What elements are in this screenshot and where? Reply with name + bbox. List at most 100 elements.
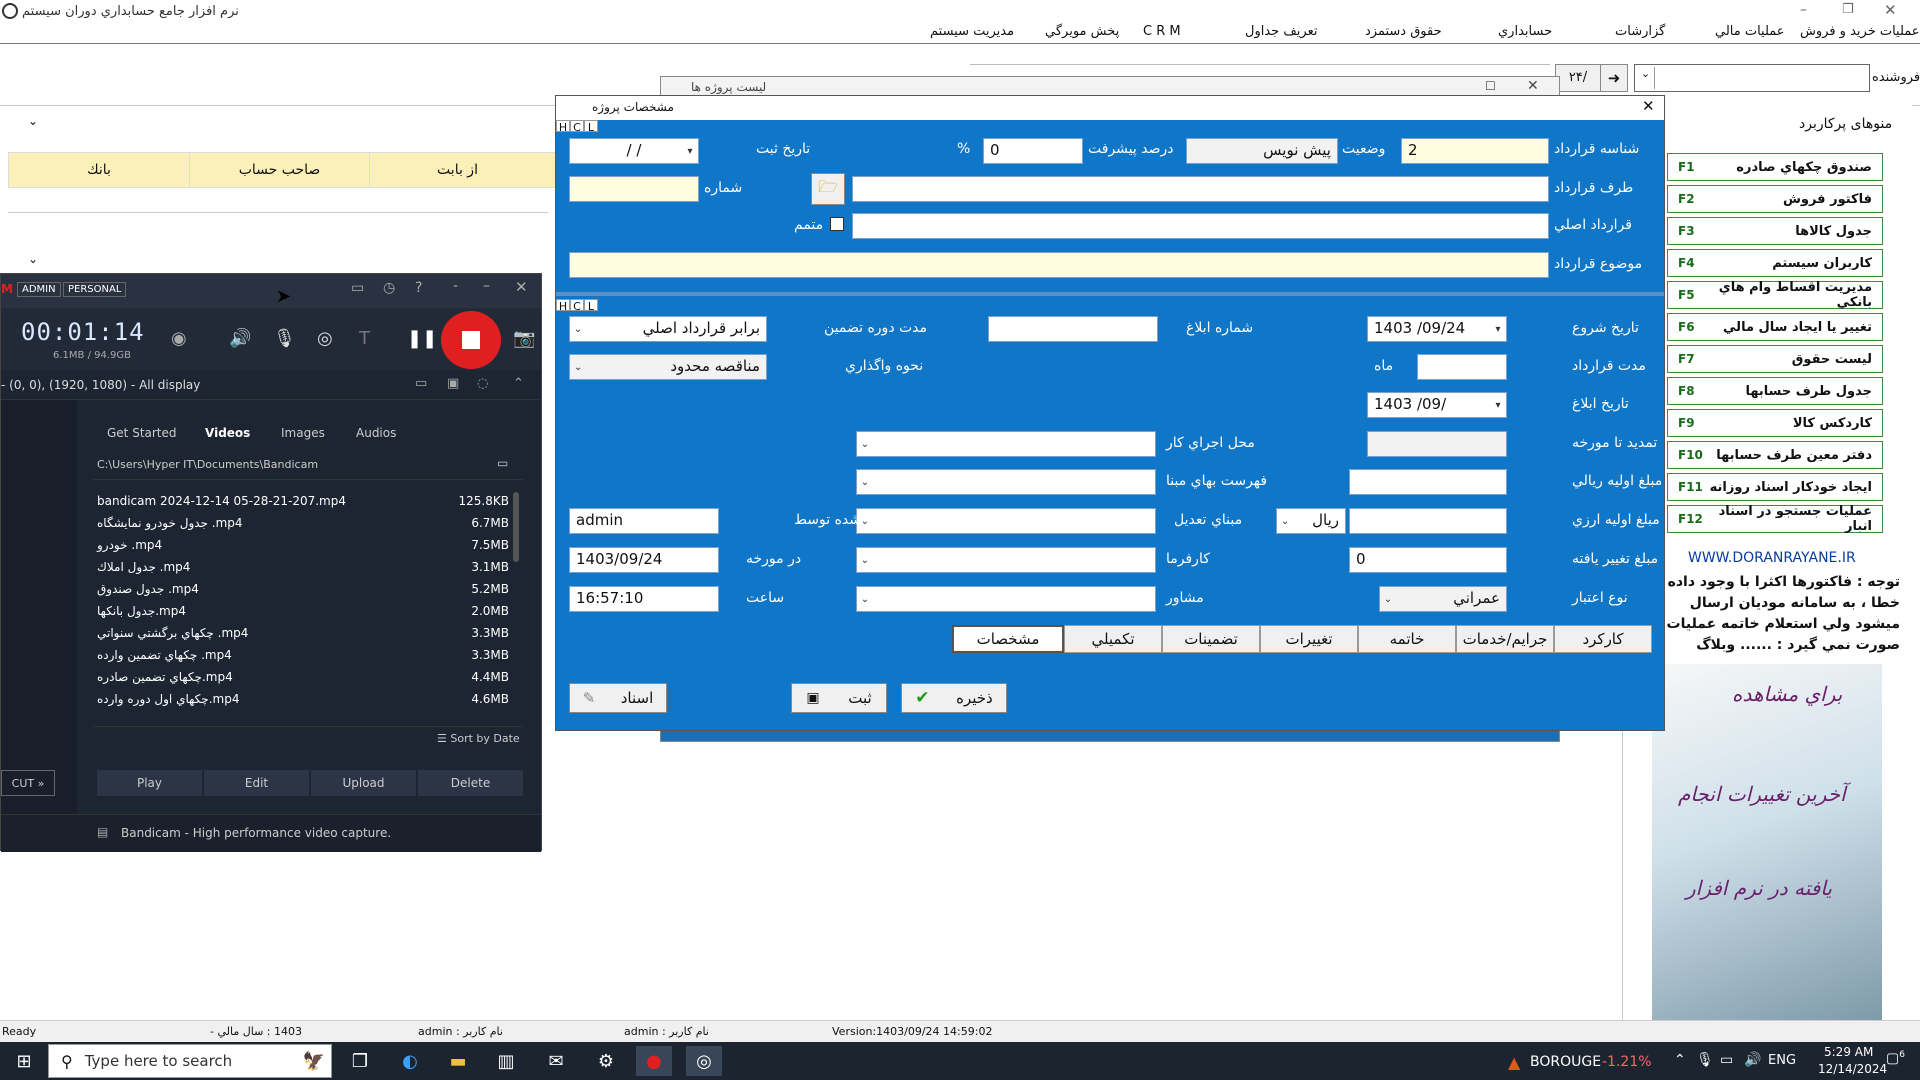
menu-financial[interactable]: عمليات مالي — [1715, 24, 1785, 39]
website-link[interactable]: WWW.DORANRAYANE.IR — [1688, 550, 1856, 566]
menu-accounting[interactable]: حسابداري — [1498, 24, 1552, 39]
text-overlay-icon[interactable]: T — [359, 328, 370, 349]
menu-crm[interactable]: C R M — [1143, 24, 1181, 39]
chevron-down-icon[interactable]: ▾ — [1490, 317, 1506, 341]
taskbar-search[interactable]: ⚲ Type here to search 🦅 — [48, 1044, 332, 1078]
tab-videos[interactable]: Videos — [205, 426, 250, 440]
clock-time[interactable]: 5:29 AM — [1824, 1045, 1873, 1059]
chevron-up-icon[interactable]: ⌃ — [1674, 1052, 1686, 1068]
original-contract-field[interactable] — [852, 213, 1549, 239]
clock-icon[interactable]: ◷ — [383, 280, 395, 296]
assign-combo[interactable]: مناقصه محدود ⌄ — [569, 354, 767, 380]
microphone-icon[interactable]: 🎙 — [273, 328, 296, 349]
chevron-down-icon[interactable]: ⌄ — [857, 548, 873, 572]
task-view-icon[interactable]: ❐ — [342, 1046, 378, 1076]
chevron-down-icon[interactable]: ⌄ — [1637, 67, 1655, 89]
close-icon[interactable]: ✕ — [515, 278, 528, 296]
chevron-up-icon[interactable]: ⌃ — [513, 376, 524, 391]
file-explorer-icon[interactable]: ▬ — [440, 1046, 476, 1076]
open-folder-icon[interactable]: ▭ — [497, 456, 508, 470]
location-combo[interactable]: ⌄ — [856, 431, 1156, 457]
file-row[interactable]: چكهاي تضمين وارده .mp4 3.3MB — [97, 644, 509, 666]
tab-specs[interactable]: مشخصات — [952, 625, 1064, 653]
shortcut-item[interactable]: فاكتور فروش F2 — [1667, 185, 1883, 213]
hcl-c[interactable]: C — [570, 299, 584, 313]
hcl-h[interactable]: H — [556, 120, 570, 134]
screen-icon[interactable]: ▣ — [447, 376, 459, 391]
dated-field[interactable]: 1403/09/24 — [569, 547, 719, 573]
guarantee-combo[interactable]: برابر قرارداد اصلي ⌄ — [569, 316, 767, 342]
shortcut-item[interactable]: دفتر معين طرف حسابها F10 — [1667, 441, 1883, 469]
hcl-l[interactable]: L — [584, 120, 598, 134]
arrow-right-icon[interactable]: ➜ — [1600, 64, 1628, 92]
notice-date-field[interactable]: 1403 /09/ ▾ — [1367, 392, 1507, 418]
shortcut-item[interactable]: تغيير يا ايجاد سال مالي F6 — [1667, 313, 1883, 341]
language-indicator[interactable]: ENG — [1768, 1053, 1796, 1068]
menu-sales[interactable]: عمليات خريد و فروش — [1800, 24, 1920, 39]
network-icon[interactable]: ▭ — [1720, 1052, 1733, 1068]
save-button[interactable]: ✔ ذخيره — [901, 683, 1007, 713]
duration-field[interactable] — [1417, 354, 1507, 380]
chevron-down-icon[interactable]: ⌄ — [857, 587, 873, 611]
initial-fx-field[interactable] — [1349, 508, 1507, 534]
tab-get-started[interactable]: Get Started — [107, 426, 177, 440]
changed-amount-field[interactable]: 0 — [1349, 547, 1507, 573]
promo-image[interactable]: براي مشاهده آخرين تغييرات انجام يافته در… — [1652, 664, 1882, 1020]
created-by-field[interactable]: admin — [569, 508, 719, 534]
shortcut-item[interactable]: مديريت اقساط وام هاي بانكي F5 — [1667, 280, 1883, 310]
currency-combo[interactable]: ريال ⌄ — [1276, 508, 1346, 534]
settings-gear-icon[interactable]: ⚙ — [588, 1046, 624, 1076]
file-row[interactable]: چكهاي اول دوره وارده.mp4 4.6MB — [97, 688, 509, 710]
shortcut-item[interactable]: جدول طرف حسابها F8 — [1667, 377, 1883, 405]
close-icon[interactable]: ✕ — [1642, 97, 1655, 115]
shortcut-item[interactable]: ليست حقوق F7 — [1667, 345, 1883, 373]
shortcut-item[interactable]: عمليات جستجو در اسناد انبار F12 — [1667, 504, 1883, 534]
file-row[interactable]: جدول خودرو نمايشگاه .mp4 6.7MB — [97, 512, 509, 534]
collapse-icon[interactable]: - — [453, 278, 458, 294]
store-icon[interactable]: ▥ — [488, 1046, 524, 1076]
windows-start-icon[interactable]: ⊞ — [6, 1046, 42, 1076]
register-button[interactable]: ▣ ثبت — [791, 683, 887, 713]
file-row[interactable]: جدول املاك .mp4 3.1MB — [97, 556, 509, 578]
broadcast-icon[interactable]: ◌ — [477, 376, 488, 391]
start-date-field[interactable]: 1403 /09/24 ▾ — [1367, 316, 1507, 342]
folder-icon[interactable]: 🗁 — [811, 173, 845, 205]
upload-button[interactable]: Upload — [311, 770, 416, 796]
subject-field[interactable] — [569, 252, 1549, 278]
progress-field[interactable]: 0 — [983, 138, 1083, 164]
help-icon[interactable]: ? — [415, 280, 422, 296]
file-row[interactable]: جدول بانكها.mp4 2.0MB — [97, 600, 509, 622]
adjust-combo[interactable]: ⌄ — [856, 508, 1156, 534]
file-row[interactable]: جدول صندوق .mp4 5.2MB — [97, 578, 509, 600]
shortcut-item[interactable]: صندوق چكهاي صادره F1 — [1667, 153, 1883, 181]
folder-icon[interactable]: ▭ — [351, 280, 364, 296]
stock-name[interactable]: BOROUGE — [1530, 1054, 1601, 1070]
chevron-down-icon[interactable]: ⌄ — [1380, 587, 1396, 611]
price-list-combo[interactable]: ⌄ — [856, 469, 1156, 495]
close-icon[interactable]: ✕ — [1527, 78, 1539, 94]
file-row[interactable]: bandicam 2024-12-14 05-28-21-207.mp4 125.… — [97, 490, 509, 512]
play-button[interactable]: Play — [97, 770, 202, 796]
extend-field[interactable] — [1367, 431, 1507, 457]
file-row[interactable]: چكهاي تضمين صادره.mp4 4.4MB — [97, 666, 509, 688]
chevron-down-icon[interactable]: ⌄ — [28, 114, 38, 128]
tab-audios[interactable]: Audios — [356, 426, 396, 440]
hcl-l[interactable]: L — [584, 299, 598, 313]
webcam-icon[interactable]: ◉ — [171, 328, 187, 349]
speaker-icon[interactable]: 🔊 — [229, 328, 251, 349]
tab-closing[interactable]: خاتمه — [1358, 625, 1456, 653]
contract-id-field[interactable]: 2 — [1401, 138, 1549, 164]
tab-guarantees[interactable]: تضمينات — [1162, 625, 1260, 653]
restore-icon[interactable]: ❐ — [1842, 2, 1854, 17]
chevron-down-icon[interactable]: ⌄ — [857, 432, 873, 456]
chevron-down-icon[interactable]: ⌄ — [570, 317, 586, 341]
mail-icon[interactable]: ✉ — [538, 1046, 574, 1076]
menu-payroll[interactable]: حقوق دستمزد — [1365, 24, 1442, 39]
shortcut-item[interactable]: جدول كالاها F3 — [1667, 217, 1883, 245]
credit-type-combo[interactable]: عمراني ⌄ — [1379, 586, 1507, 612]
seller-combo[interactable]: ⌄ — [1634, 64, 1870, 92]
docs-button[interactable]: ✎ اسناد — [569, 683, 667, 713]
tab-changes[interactable]: تغييرات — [1260, 625, 1358, 653]
edge-browser-icon[interactable]: ◐ — [392, 1046, 428, 1076]
pause-icon[interactable]: ❚❚ — [407, 328, 437, 349]
